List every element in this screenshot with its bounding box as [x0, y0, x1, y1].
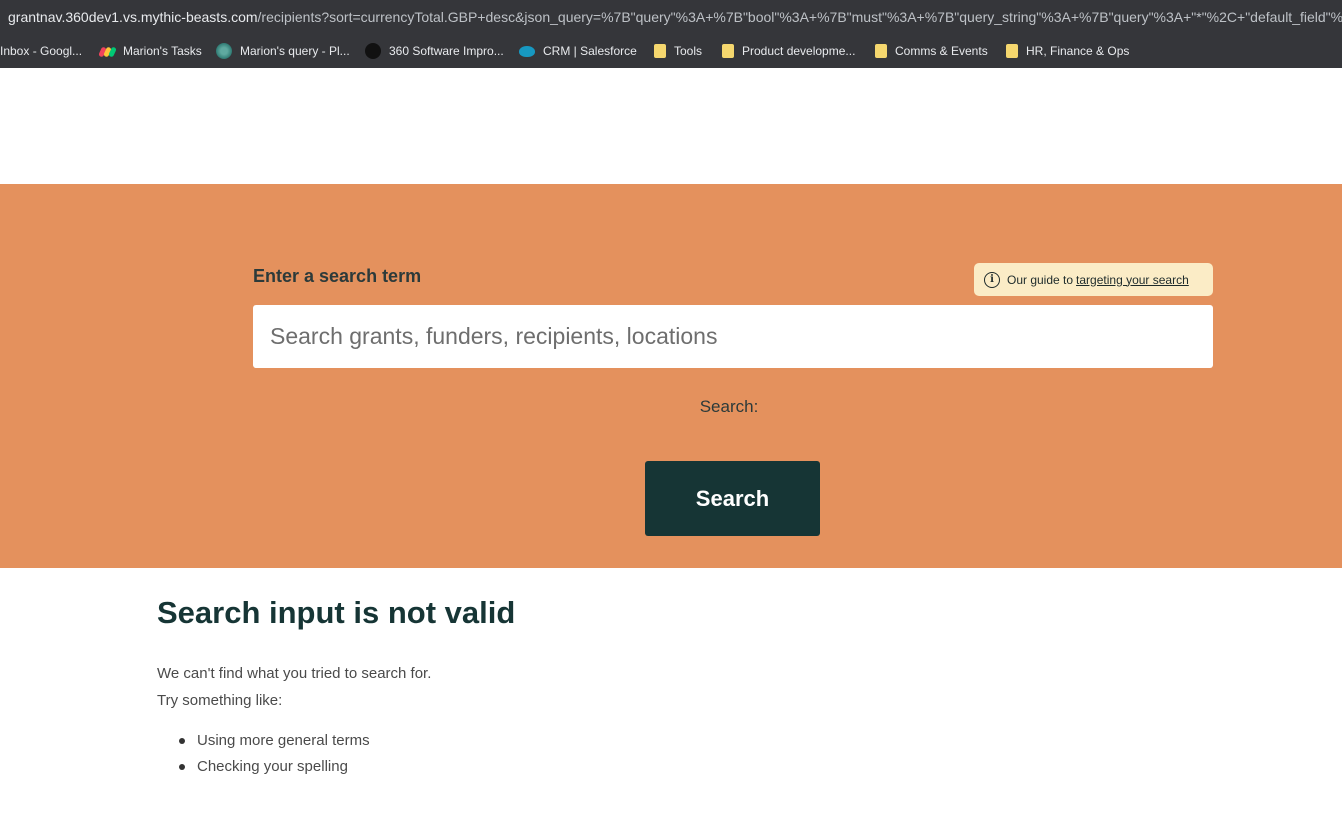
search-guide-callout: i Our guide to targeting your search [974, 263, 1213, 296]
bookmark-360-software[interactable]: 360 Software Impro... [365, 42, 504, 60]
bookmark-label: Comms & Events [895, 44, 988, 58]
url-path: /recipients?sort=currencyTotal.GBP+desc&… [257, 9, 1342, 25]
bookmark-inbox[interactable]: Inbox - Googl... [0, 42, 82, 60]
error-message: We can't find what you tried to search f… [157, 665, 432, 682]
search-caption: Search: [699, 397, 759, 416]
url-text[interactable]: grantnav.360dev1.vs.mythic-beasts.com/re… [8, 9, 1342, 25]
bookmark-hr-finance-ops[interactable]: HR, Finance & Ops [1004, 42, 1129, 60]
monday-icon [98, 43, 117, 59]
guide-prefix: Our guide to [1007, 272, 1074, 287]
error-title: Search input is not valid [157, 595, 516, 630]
error-prompt: Try something like: [157, 692, 283, 709]
targeting-search-link[interactable]: targeting your search [1076, 273, 1189, 287]
search-input[interactable] [253, 305, 1213, 368]
folder-icon [875, 44, 887, 58]
list-item: Using more general terms [157, 731, 370, 757]
suggestions-list: Using more general terms Checking your s… [157, 731, 370, 783]
bookmark-label: Marion's query - Pl... [240, 44, 350, 58]
bookmark-crm-salesforce[interactable]: CRM | Salesforce [519, 42, 637, 60]
browser-address-bar[interactable]: grantnav.360dev1.vs.mythic-beasts.com/re… [0, 0, 1342, 34]
bookmark-label: Tools [674, 44, 703, 58]
bookmark-label: Product developme... [742, 44, 856, 58]
list-item: Checking your spelling [157, 757, 370, 783]
bookmark-comms-events[interactable]: Comms & Events [873, 42, 988, 60]
folder-icon [654, 44, 666, 58]
bookmark-marions-query[interactable]: Marion's query - Pl... [216, 42, 350, 60]
pl-icon [216, 43, 232, 59]
bookmark-product-development[interactable]: Product developme... [720, 42, 855, 60]
search-label: Enter a search term [253, 266, 422, 286]
search-button[interactable]: Search [645, 461, 820, 536]
bookmark-label: Marion's Tasks [123, 44, 202, 58]
bookmark-marions-tasks[interactable]: Marion's Tasks [98, 42, 202, 60]
bookmark-label: Inbox - Googl... [0, 44, 83, 58]
info-icon: i [984, 271, 1000, 288]
bookmarks-bar: Inbox - Googl... Marion's Tasks Marion's… [0, 34, 1342, 68]
bookmark-label: HR, Finance & Ops [1026, 44, 1130, 58]
salesforce-icon [519, 45, 535, 57]
bookmark-label: 360 Software Impro... [389, 44, 504, 58]
bookmark-label: CRM | Salesforce [543, 44, 637, 58]
url-host: grantnav.360dev1.vs.mythic-beasts.com [8, 9, 258, 25]
github-icon [365, 43, 381, 59]
folder-icon [1006, 44, 1018, 58]
folder-icon [722, 44, 734, 58]
bookmark-tools[interactable]: Tools [652, 42, 702, 60]
